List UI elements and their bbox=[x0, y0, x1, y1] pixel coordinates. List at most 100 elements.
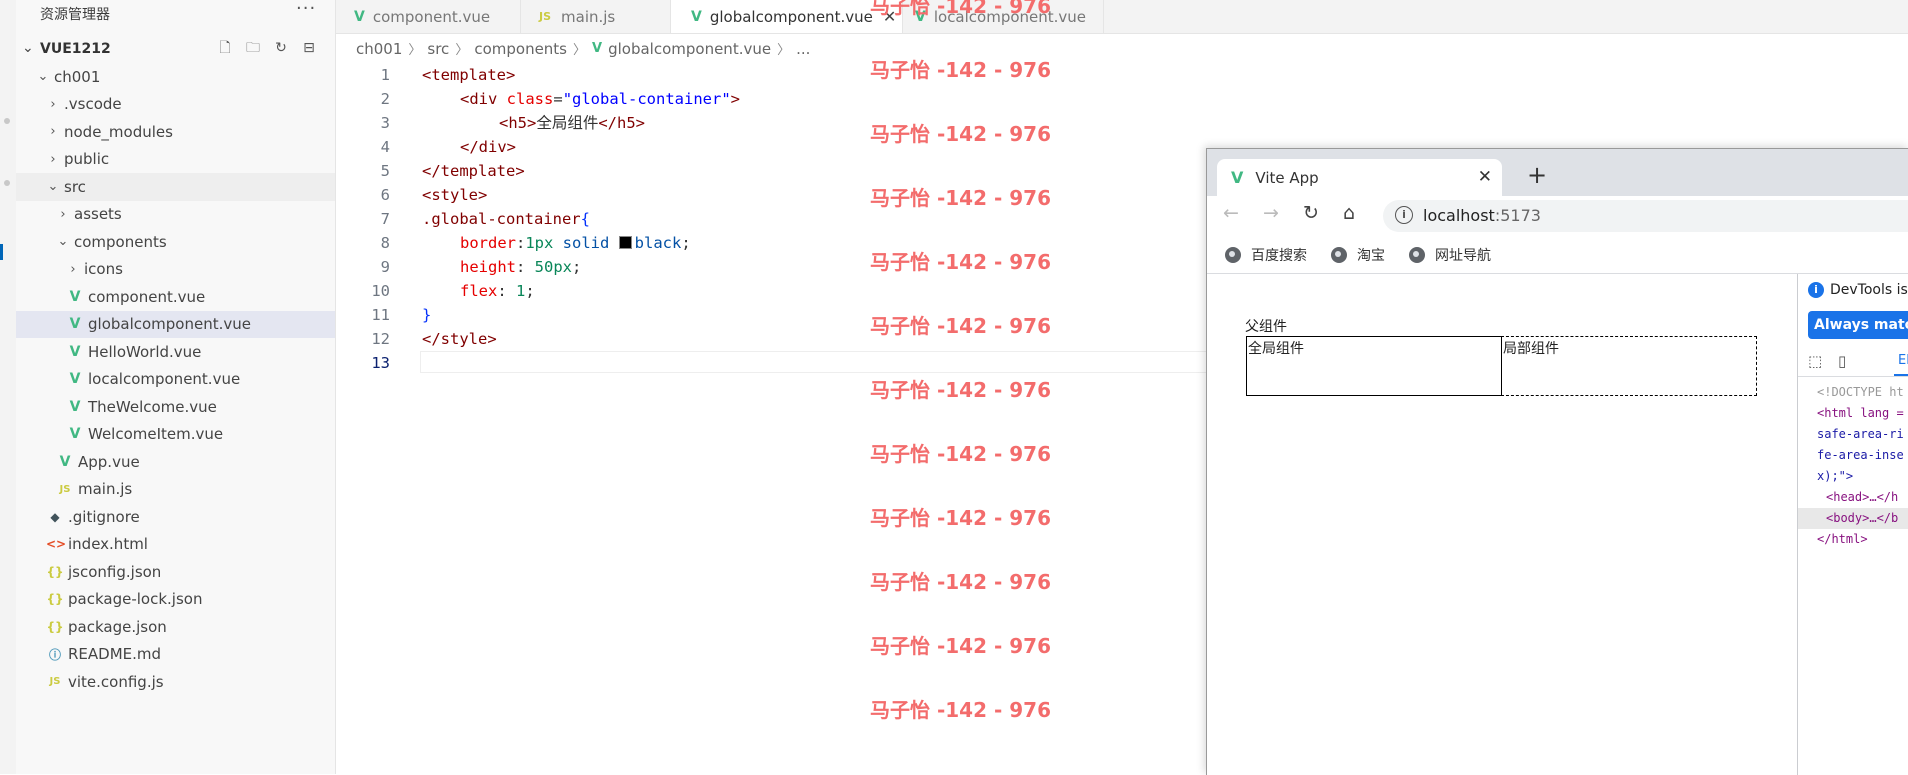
dom-node[interactable]: <body>…</b bbox=[1798, 508, 1908, 529]
tree-item-label: src bbox=[64, 177, 86, 196]
more-actions-icon[interactable]: ··· bbox=[296, 0, 316, 19]
tab-component-vue[interactable]: V component.vue bbox=[336, 0, 521, 33]
tree-item[interactable]: Vlocalcomponent.vue bbox=[16, 366, 335, 394]
color-swatch[interactable] bbox=[618, 236, 632, 249]
git-file-icon: ◆ bbox=[50, 509, 60, 524]
code-editor[interactable]: 1 <template> 2 <div class="global-containe… bbox=[336, 63, 1550, 375]
json-file-icon: {} bbox=[46, 619, 64, 634]
watermark: 马子怡 -142 - 976 bbox=[870, 634, 1051, 658]
breadcrumb-item[interactable]: components bbox=[474, 40, 567, 58]
tree-item-label: component.vue bbox=[88, 287, 206, 306]
breadcrumb-item[interactable]: src bbox=[427, 40, 449, 58]
dom-node[interactable]: </html> bbox=[1798, 529, 1908, 550]
bookmark-item[interactable]: 淘宝 bbox=[1331, 245, 1385, 265]
breadcrumb-item[interactable]: globalcomponent.vue bbox=[608, 40, 771, 58]
browser-window: V Vite App ✕ + ← → ↻ ⌂ i localhost:5173 … bbox=[1206, 148, 1908, 775]
dom-node: x);"> bbox=[1817, 469, 1854, 483]
tree-item[interactable]: › assets bbox=[16, 201, 335, 229]
page-viewport: 父组件 全局组件 局部组件 bbox=[1207, 274, 1797, 775]
activity-icon[interactable] bbox=[4, 118, 10, 124]
tree-item[interactable]: <> index.html bbox=[16, 531, 335, 559]
inspect-element-icon[interactable]: ⬚ bbox=[1808, 352, 1822, 370]
tree-item[interactable]: {} package-lock.json bbox=[16, 586, 335, 614]
close-icon[interactable]: ✕ bbox=[1478, 167, 1492, 187]
dom-node[interactable]: <html lang = bbox=[1798, 403, 1908, 424]
line-number: 6 bbox=[380, 186, 390, 204]
code-token: black bbox=[634, 234, 682, 252]
tree-item[interactable]: Vglobalcomponent.vue bbox=[16, 310, 335, 338]
tree-item[interactable]: ⌄ src bbox=[16, 173, 335, 201]
tab-globalcomponent-vue[interactable]: V globalcomponent.vue ✕ bbox=[671, 0, 903, 33]
tree-item[interactable]: › node_modules bbox=[16, 118, 335, 146]
tree-item[interactable]: › icons bbox=[16, 256, 335, 284]
tree-item-label: .vscode bbox=[64, 95, 122, 114]
address-bar[interactable]: i localhost:5173 bbox=[1383, 200, 1908, 232]
tree-item[interactable]: › public bbox=[16, 146, 335, 174]
tree-item-label: localcomponent.vue bbox=[88, 370, 241, 389]
bookmarks-bar: 百度搜索 淘宝 网址导航 bbox=[1207, 236, 1908, 274]
tab-main-js[interactable]: JS main.js bbox=[521, 0, 671, 33]
chevron-right-icon: › bbox=[60, 206, 66, 222]
code-token: 全局组件 bbox=[536, 114, 599, 132]
globe-icon bbox=[1331, 246, 1347, 263]
tree-item[interactable]: V HelloWorld.vue bbox=[16, 338, 335, 366]
dom-tree[interactable]: <!DOCTYPE ht <html lang = safe-area-ri f… bbox=[1798, 382, 1908, 550]
refresh-icon[interactable]: ↻ bbox=[272, 39, 290, 57]
tree-item[interactable]: Vcomponent.vue bbox=[16, 283, 335, 311]
browser-title-bar: V Vite App ✕ + bbox=[1207, 149, 1908, 196]
breadcrumb-item[interactable]: ... bbox=[796, 40, 810, 58]
code-token: </h5> bbox=[598, 114, 646, 132]
activity-icon[interactable] bbox=[4, 180, 10, 186]
tree-item[interactable]: ⌄ ch001 bbox=[16, 63, 335, 91]
breadcrumb-item[interactable]: ch001 bbox=[356, 40, 402, 58]
tab-label: main.js bbox=[561, 7, 616, 26]
code-token: class bbox=[506, 90, 554, 108]
chevron-right-icon: › bbox=[50, 124, 56, 140]
tab-elements[interactable]: El bbox=[1898, 353, 1908, 368]
forward-arrow-icon[interactable]: → bbox=[1263, 202, 1279, 224]
home-icon[interactable]: ⌂ bbox=[1343, 202, 1355, 224]
js-file-icon: JS bbox=[539, 10, 552, 23]
line-number: 12 bbox=[371, 330, 390, 348]
local-container: 局部组件 bbox=[1501, 336, 1757, 396]
tree-item[interactable]: V App.vue bbox=[16, 448, 335, 476]
device-toolbar-icon[interactable]: ▯ bbox=[1838, 352, 1846, 370]
chevron-right-icon: 〉 bbox=[777, 43, 791, 58]
tree-item-label: public bbox=[64, 150, 110, 169]
site-info-icon[interactable]: i bbox=[1395, 206, 1413, 224]
activity-active-marker bbox=[0, 244, 3, 260]
code-token: <div bbox=[460, 90, 507, 108]
tree-item[interactable]: ◆ .gitignore bbox=[16, 503, 335, 531]
tree-item[interactable]: {} package.json bbox=[16, 613, 335, 641]
new-file-icon[interactable]: 🗋 bbox=[216, 39, 234, 57]
tree-item[interactable]: V TheWelcome.vue bbox=[16, 393, 335, 421]
vite-favicon-icon: V bbox=[1231, 168, 1244, 187]
new-tab-icon[interactable]: + bbox=[1527, 161, 1547, 189]
reload-icon[interactable]: ↻ bbox=[1303, 202, 1319, 224]
tree-item[interactable]: › .vscode bbox=[16, 91, 335, 119]
bookmark-item[interactable]: 网址导航 bbox=[1409, 245, 1491, 265]
chevron-right-icon: › bbox=[50, 151, 56, 167]
new-folder-icon[interactable]: 🗀 bbox=[244, 39, 262, 57]
watermark: 马子怡 -142 - 976 bbox=[870, 58, 1051, 82]
back-arrow-icon[interactable]: ← bbox=[1223, 202, 1239, 224]
watermark: 马子怡 -142 - 976 bbox=[870, 698, 1051, 722]
collapse-all-icon[interactable]: ⊟ bbox=[300, 39, 318, 57]
tree-item[interactable]: ⌄ components bbox=[16, 228, 335, 256]
tree-item[interactable]: ⓘ README.md bbox=[16, 641, 335, 669]
tree-item[interactable]: JS vite.config.js bbox=[16, 668, 335, 696]
browser-tab[interactable]: V Vite App ✕ bbox=[1217, 159, 1502, 196]
tree-item[interactable]: V WelcomeItem.vue bbox=[16, 421, 335, 449]
chevron-right-icon: 〉 bbox=[455, 43, 469, 58]
tree-item-label: node_modules bbox=[64, 122, 173, 141]
line-number: 1 bbox=[380, 66, 390, 84]
watermark: 马子怡 -142 - 976 bbox=[870, 506, 1051, 530]
bookmark-item[interactable]: 百度搜索 bbox=[1225, 245, 1307, 265]
watermark: 马子怡 -142 - 976 bbox=[870, 186, 1051, 210]
explorer-sidebar: 资源管理器 ··· ⌄ VUE1212 🗋 🗀 ↻ ⊟ ⌄ ch001 › .vsco… bbox=[16, 0, 336, 774]
dom-node[interactable]: <head>…</h bbox=[1798, 487, 1908, 508]
workspace-root[interactable]: ⌄ VUE1212 🗋 🗀 ↻ ⊟ bbox=[16, 38, 335, 62]
tree-item[interactable]: {} jsconfig.json bbox=[16, 558, 335, 586]
always-match-button[interactable]: Always match bbox=[1808, 311, 1908, 339]
tree-item[interactable]: JS main.js bbox=[16, 476, 335, 504]
